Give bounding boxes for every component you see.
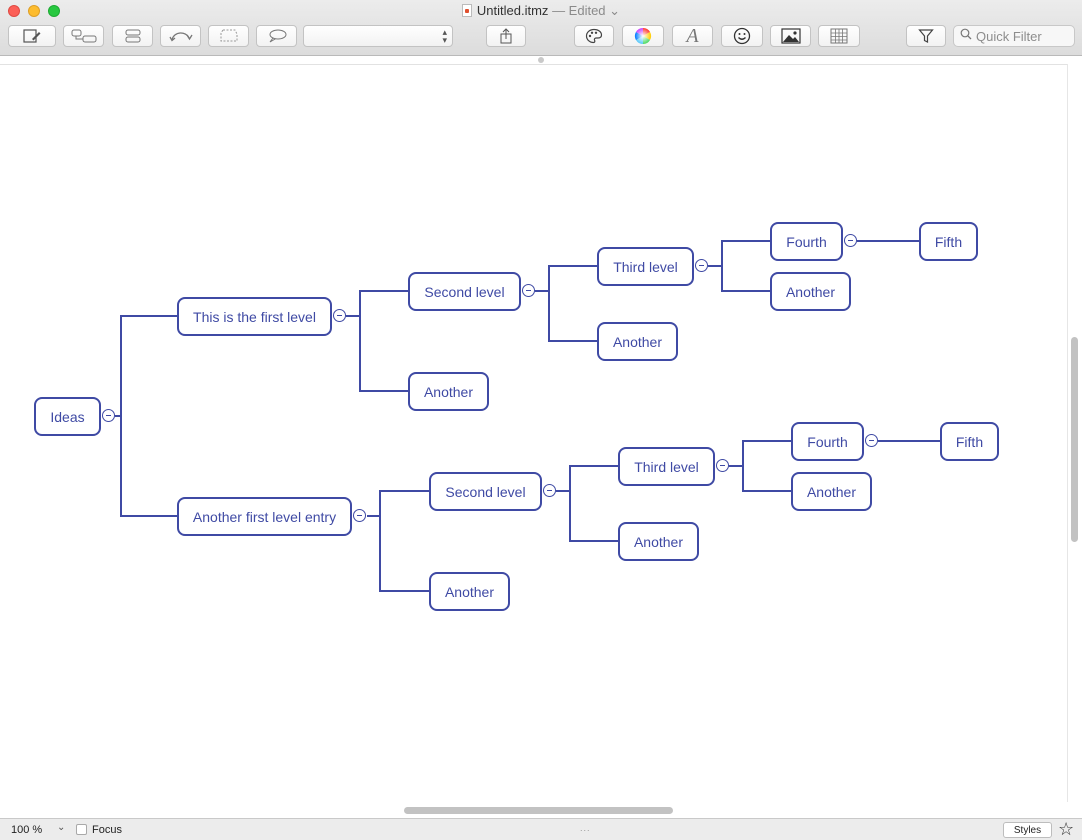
collapse-toggle-icon[interactable] — [865, 434, 878, 447]
map-node[interactable]: Another — [791, 472, 872, 511]
status-resize-handle[interactable]: ... — [580, 823, 591, 833]
horizontal-scrollbar[interactable] — [404, 807, 673, 814]
zoom-dropdown-chevron-icon[interactable]: ⌄ — [57, 822, 65, 833]
map-connectors — [115, 240, 941, 592]
collapse-toggle-icon[interactable] — [102, 409, 115, 422]
map-node[interactable]: Another — [429, 572, 510, 611]
map-node[interactable]: Third level — [597, 247, 694, 286]
collapse-toggle-icon[interactable] — [353, 509, 366, 522]
map-node-root[interactable]: Ideas — [34, 397, 101, 436]
map-node[interactable]: Third level — [618, 447, 715, 486]
styles-button[interactable]: Styles — [1003, 822, 1052, 838]
map-node[interactable]: Second level — [408, 272, 521, 311]
connector-line — [346, 290, 409, 317]
map-node[interactable]: Another — [618, 522, 699, 561]
collapse-toggle-icon[interactable] — [522, 284, 535, 297]
map-node[interactable]: Fifth — [919, 222, 978, 261]
map-node[interactable]: Another — [597, 322, 678, 361]
connector-line — [120, 416, 178, 517]
connector-line — [556, 465, 619, 492]
connector-line — [548, 291, 598, 342]
connector-line — [721, 266, 771, 292]
vertical-scrollbar[interactable] — [1071, 337, 1078, 542]
connector-line — [535, 265, 598, 292]
connector-line — [115, 315, 178, 417]
collapse-toggle-icon[interactable] — [695, 259, 708, 272]
connector-line — [742, 466, 792, 492]
connector-line — [569, 491, 619, 542]
map-node[interactable]: Fourth — [770, 222, 843, 261]
map-node[interactable]: Fourth — [791, 422, 864, 461]
connector-line — [367, 490, 430, 517]
map-node[interactable]: Fifth — [940, 422, 999, 461]
collapse-toggle-icon[interactable] — [844, 234, 857, 247]
connector-line — [729, 440, 792, 467]
focus-label: Focus — [92, 824, 122, 836]
connector-line — [359, 316, 409, 392]
map-node[interactable]: Another — [408, 372, 489, 411]
connector-line — [379, 516, 430, 592]
status-bar: 100 % ⌄ Focus ... Styles ☆ — [0, 818, 1082, 840]
focus-checkbox[interactable] — [76, 824, 87, 835]
map-node[interactable]: Second level — [429, 472, 542, 511]
zoom-level[interactable]: 100 % — [11, 824, 42, 836]
map-node[interactable]: Another first level entry — [177, 497, 352, 536]
collapse-toggle-icon[interactable] — [543, 484, 556, 497]
collapse-toggle-icon[interactable] — [716, 459, 729, 472]
map-node[interactable]: This is the first level — [177, 297, 332, 336]
star-icon[interactable]: ☆ — [1058, 819, 1074, 839]
collapse-toggle-icon[interactable] — [333, 309, 346, 322]
map-node[interactable]: Another — [770, 272, 851, 311]
connector-line — [708, 240, 771, 267]
